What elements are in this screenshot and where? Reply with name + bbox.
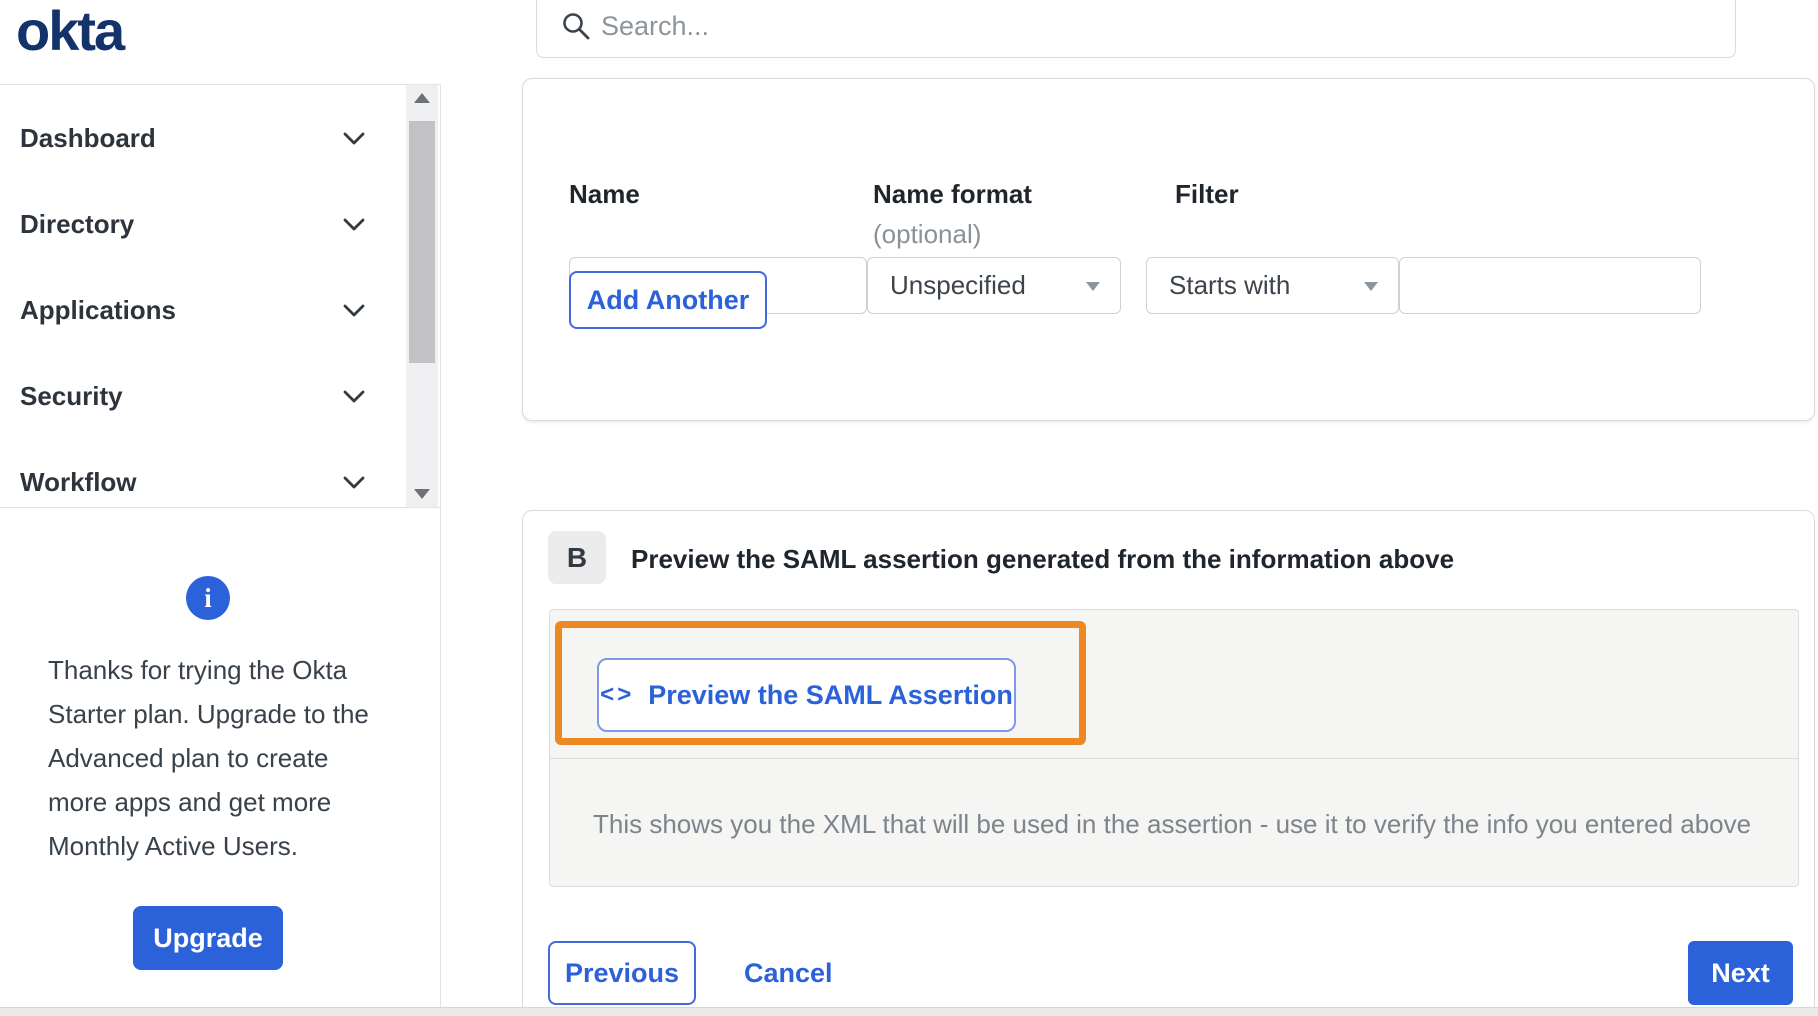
name-format-selected-value: Unspecified: [890, 270, 1026, 300]
preview-panel: <> Preview the SAML Assertion This shows…: [549, 609, 1799, 887]
preview-button-label: Preview the SAML Assertion: [648, 679, 1013, 710]
sidebar-nav: Dashboard Directory Applications Securit…: [0, 84, 441, 508]
bottom-scrollbar-strip: [0, 1007, 1818, 1016]
name-format-select[interactable]: Unspecified: [867, 257, 1121, 314]
step-b-badge: B: [548, 531, 606, 584]
triangle-up-icon: [414, 93, 430, 103]
filter-operator-selected-value: Starts with: [1169, 270, 1291, 300]
upgrade-button[interactable]: Upgrade: [133, 906, 283, 970]
preview-saml-assertion-button[interactable]: <> Preview the SAML Assertion: [597, 658, 1016, 732]
filter-value-input[interactable]: [1399, 257, 1701, 314]
chevron-down-icon: [343, 304, 365, 322]
scrollbar-thumb[interactable]: [409, 121, 435, 363]
scroll-down-button[interactable]: [406, 481, 438, 507]
okta-admin-window: okta Dashboard Directory Applications: [0, 0, 1818, 1016]
chevron-down-icon: [343, 390, 365, 408]
sidebar-item-workflow[interactable]: Workflow: [0, 439, 441, 525]
global-search: [536, 0, 1736, 58]
next-button[interactable]: Next: [1688, 941, 1793, 1005]
preview-section-title: Preview the SAML assertion generated fro…: [631, 544, 1455, 574]
info-icon: i: [186, 576, 230, 620]
sidebar-item-label: Directory: [20, 208, 135, 239]
search-icon: [561, 11, 591, 46]
filter-column-header: Filter: [1175, 179, 1239, 209]
sidebar-scrollbar[interactable]: [406, 85, 438, 507]
chevron-down-icon: [343, 476, 365, 494]
sidebar-item-label: Security: [20, 380, 123, 411]
sidebar-content-divider: [440, 84, 441, 1007]
scroll-up-button[interactable]: [406, 85, 438, 111]
okta-logo: okta: [16, 0, 125, 62]
preview-panel-top: <> Preview the SAML Assertion: [550, 610, 1798, 759]
sidebar-item-label: Applications: [20, 294, 177, 325]
name-format-column-header: Name format: [873, 179, 1032, 209]
add-another-button[interactable]: Add Another: [569, 271, 767, 329]
sidebar-item-applications[interactable]: Applications: [0, 267, 441, 353]
cancel-link[interactable]: Cancel: [744, 941, 833, 1005]
name-format-optional-note: (optional): [873, 219, 982, 249]
name-column-header: Name: [569, 179, 640, 209]
preview-description: This shows you the XML that will be used…: [593, 808, 1752, 839]
triangle-down-icon: [414, 489, 430, 499]
attribute-statements-card: Name Name format (optional) Filter Unspe…: [522, 78, 1815, 421]
search-input[interactable]: [601, 1, 1701, 51]
code-brackets-icon: <>: [600, 681, 635, 708]
sidebar-item-security[interactable]: Security: [0, 353, 441, 439]
sidebar-item-label: Workflow: [20, 466, 137, 497]
sidebar-item-directory[interactable]: Directory: [0, 181, 441, 267]
previous-button[interactable]: Previous: [548, 941, 696, 1005]
sidebar-item-dashboard[interactable]: Dashboard: [0, 95, 441, 181]
caret-down-icon: [1086, 281, 1100, 291]
chevron-down-icon: [343, 132, 365, 150]
caret-down-icon: [1364, 281, 1378, 291]
sidebar-item-label: Dashboard: [20, 122, 156, 153]
filter-operator-select[interactable]: Starts with: [1146, 257, 1399, 314]
chevron-down-icon: [343, 218, 365, 236]
saml-preview-card: B Preview the SAML assertion generated f…: [522, 510, 1815, 1016]
upsell-message: Thanks for trying the Okta Starter plan.…: [48, 655, 369, 861]
